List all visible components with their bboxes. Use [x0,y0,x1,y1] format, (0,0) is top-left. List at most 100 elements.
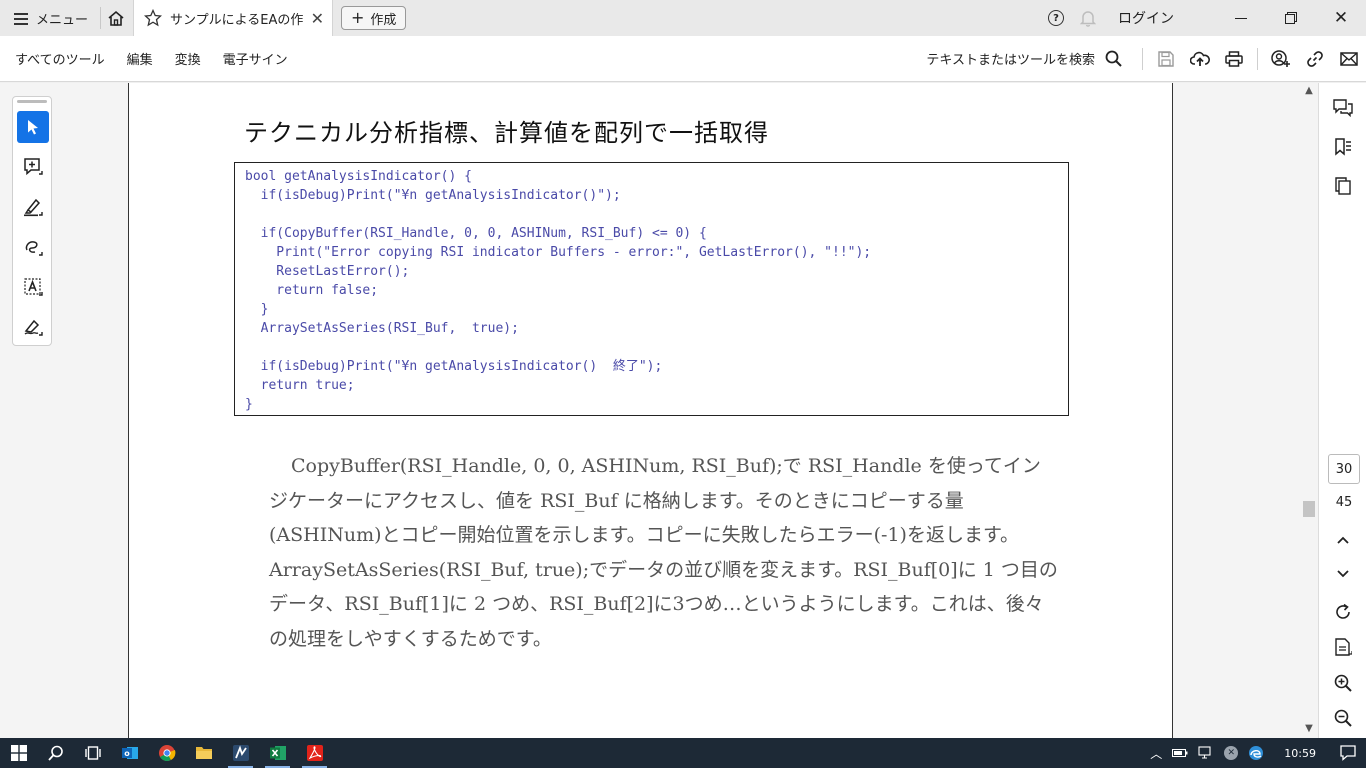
comments-panel-button[interactable] [1328,93,1358,123]
rotate-button[interactable] [1328,597,1358,627]
code-line: } [245,302,269,317]
acrobat-window: メニュー サンプルによるEAの作成... ✕ + 作成 ? ログイン ✕ す [0,0,1366,768]
tool-search[interactable]: テキストまたはツールを検索 [926,49,1122,68]
clock[interactable]: 10:59 [1284,747,1316,760]
create-button[interactable]: + 作成 [341,6,407,30]
convert-menu[interactable]: 変換 [175,49,201,68]
zoom-in-button[interactable] [1328,668,1358,698]
edge-icon[interactable] [1248,745,1264,761]
star-icon[interactable] [144,9,163,27]
menu-button[interactable]: メニュー [0,0,100,36]
comment-tool[interactable] [17,151,49,183]
toolbar-grip[interactable] [17,100,47,103]
body-paragraph: CopyBuffer(RSI_Handle, 0, 0, ASHINum, RS… [269,455,1058,650]
sign-tool[interactable] [17,311,49,343]
metatrader-app[interactable] [222,738,259,768]
excel-icon [269,746,286,760]
search-label: テキストまたはツールを検索 [926,53,1095,68]
home-button[interactable] [101,0,131,36]
windows-logo-icon [10,745,27,761]
pdf-page[interactable]: テクニカル分析指標、計算値を配列で一括取得 bool getAnalysisIn… [128,83,1173,738]
draw-tool[interactable] [17,231,49,263]
right-panel: 30 45 [1318,83,1366,738]
system-tray: ︿ ✕ 10:59 [1150,738,1366,768]
battery-icon[interactable] [1172,748,1188,758]
comments-icon [1333,99,1353,117]
email-button[interactable] [1332,36,1366,82]
code-line: if(isDebug)Print("¥n getAnalysisIndicato… [245,359,663,374]
code-block: bool getAnalysisIndicator() { if(isDebug… [234,162,1069,416]
all-tools-menu[interactable]: すべてのツール [15,49,105,68]
menu-label: メニュー [36,12,89,28]
bookmarks-panel-button[interactable] [1328,132,1358,162]
divider [1257,47,1258,70]
file-explorer-app[interactable] [185,738,222,768]
outlook-app[interactable]: o [111,738,148,768]
restore-icon [1285,12,1297,24]
chrome-app[interactable] [148,738,185,768]
svg-text:o: o [124,749,130,758]
bookmark-icon [1335,138,1351,156]
code-line: ArraySetAsSeries(RSI_Buf, true); [245,321,519,336]
code-line: bool getAnalysisIndicator() { [245,169,472,184]
previous-page-button[interactable] [1328,525,1358,555]
edit-menu[interactable]: 編集 [127,49,153,68]
print-button[interactable] [1217,36,1251,82]
share-user-button[interactable] [1264,36,1298,82]
vertical-scrollbar[interactable]: ▲ ▼ [1300,83,1318,738]
acrobat-icon [306,745,323,761]
freehand-icon [25,241,43,256]
folder-icon [195,747,212,759]
help-icon[interactable]: ? [1048,10,1064,26]
close-icon: ✕ [1333,8,1349,28]
save-button[interactable] [1149,36,1183,82]
close-tab-icon[interactable]: ✕ [311,9,324,28]
select-tool[interactable] [17,111,49,143]
notifications-icon[interactable] [1340,745,1356,761]
next-page-button[interactable] [1328,559,1358,589]
fit-page-icon [1335,638,1352,656]
acrobat-app[interactable] [296,738,333,768]
document-tab[interactable]: サンプルによるEAの作成... ✕ [133,0,334,36]
minimize-button[interactable] [1216,0,1266,36]
chevron-up-icon [1337,536,1349,544]
network-icon[interactable] [1198,746,1214,760]
title-bar: メニュー サンプルによるEAの作成... ✕ + 作成 ? ログイン ✕ [0,0,1366,36]
search-icon [47,745,63,761]
restore-button[interactable] [1266,0,1316,36]
esign-menu[interactable]: 電子サイン [223,49,288,68]
plus-icon: + [351,8,365,27]
tab-title: サンプルによるEAの作成... [170,12,303,28]
show-hidden-icons[interactable]: ︿ [1150,745,1162,762]
highlighter-icon [24,198,43,217]
highlight-tool[interactable] [17,191,49,223]
upload-cloud-button[interactable] [1183,36,1217,82]
search-icon[interactable] [1105,50,1122,67]
login-button[interactable]: ログイン [1118,8,1174,28]
current-page-input[interactable]: 30 [1328,454,1360,484]
minimize-icon [1235,17,1247,19]
metatrader-icon [232,745,249,761]
section-heading: テクニカル分析指標、計算値を配列で一括取得 [244,119,769,147]
link-button[interactable] [1298,36,1332,82]
taskbar-search-button[interactable] [37,738,74,768]
scroll-up-icon[interactable]: ▲ [1300,85,1318,96]
volume-muted-icon[interactable]: ✕ [1224,746,1239,760]
text-tool[interactable] [17,271,49,303]
add-comment-icon [24,158,43,176]
bell-icon[interactable] [1080,10,1096,27]
excel-app[interactable] [259,738,296,768]
task-view-button[interactable] [74,738,111,768]
close-window-button[interactable]: ✕ [1316,0,1366,36]
zoom-out-button[interactable] [1328,703,1358,733]
zoom-in-icon [1334,674,1352,692]
scroll-thumb[interactable] [1303,501,1315,517]
fit-page-button[interactable] [1328,632,1358,662]
printer-icon [1225,50,1243,67]
pages-panel-button[interactable] [1328,171,1358,201]
mail-icon [1340,51,1358,66]
scroll-down-icon[interactable]: ▼ [1300,723,1318,734]
start-button[interactable] [0,738,37,768]
